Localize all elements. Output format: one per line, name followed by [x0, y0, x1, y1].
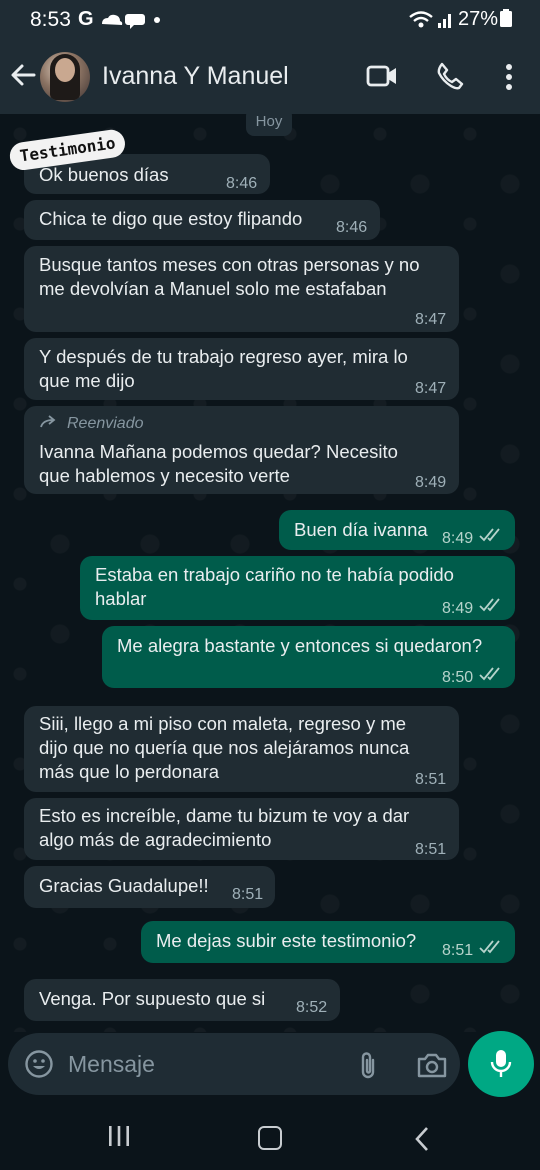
wifi-icon	[409, 11, 451, 28]
message-incoming[interactable]: Chica te digo que estoy flipando 8:46	[24, 200, 380, 240]
message-input[interactable]: Mensaje	[68, 1051, 155, 1078]
message-outgoing[interactable]: Me dejas subir este testimonio? 8:51	[141, 921, 515, 963]
message-time: 8:47	[415, 380, 447, 397]
message-time: 8:51	[232, 886, 264, 903]
forward-icon	[40, 415, 56, 428]
message-incoming-forwarded[interactable]: Reenviado Ivanna Mañana podemos quedar? …	[24, 406, 459, 494]
back-arrow-icon[interactable]	[10, 62, 36, 88]
message-time: 8:46	[336, 219, 368, 236]
battery-icon	[500, 9, 512, 27]
message-text: Chica te digo que estoy flipando	[39, 208, 303, 229]
message-incoming[interactable]: Gracias Guadalupe!! 8:51	[24, 866, 275, 908]
message-text-line: Busque tantos meses con otras personas y…	[39, 254, 420, 275]
voice-message-button[interactable]	[468, 1031, 534, 1097]
microphone-icon	[490, 1050, 512, 1077]
message-composer[interactable]: Mensaje	[8, 1033, 460, 1095]
read-receipt-icon	[479, 667, 500, 681]
contact-name[interactable]: Ivanna Y Manuel	[102, 62, 289, 91]
message-text-line: algo más de agradecimiento	[39, 829, 272, 850]
message-incoming[interactable]: Siii, llego a mi piso con maleta, regres…	[24, 706, 459, 792]
message-text: Me dejas subir este testimonio?	[156, 930, 417, 951]
home-icon[interactable]	[258, 1126, 282, 1150]
message-time: 8:51	[415, 771, 447, 788]
message-text-line: que hablemos y necesito verte	[39, 465, 290, 486]
message-time: 8:50	[442, 669, 474, 686]
message-text: Ok buenos días	[39, 164, 169, 185]
google-icon: G	[78, 8, 94, 30]
message-time: 8:49	[442, 530, 474, 547]
message-incoming[interactable]: Y después de tu trabajo regreso ayer, mi…	[24, 338, 459, 400]
message-text-line: más que lo perdonara	[39, 761, 219, 782]
read-receipt-icon	[479, 940, 500, 954]
message-outgoing[interactable]: Buen día ivanna 8:49	[279, 510, 515, 550]
message-text-line: Y después de tu trabajo regreso ayer, mi…	[39, 346, 408, 367]
message-time: 8:46	[226, 175, 258, 192]
more-options-icon[interactable]	[504, 62, 514, 92]
message-text: Venga. Por supuesto que si	[39, 988, 266, 1009]
message-text: Gracias Guadalupe!!	[39, 875, 209, 896]
message-incoming[interactable]: Busque tantos meses con otras personas y…	[24, 246, 459, 332]
status-bar: 8:53 G 27%	[0, 0, 540, 40]
message-incoming[interactable]: Venga. Por supuesto que si 8:52	[24, 979, 340, 1021]
message-outgoing[interactable]: Estaba en trabajo cariño no te había pod…	[80, 556, 515, 620]
message-text: Me alegra bastante y entonces si quedaro…	[117, 635, 483, 656]
message-outgoing[interactable]: Me alegra bastante y entonces si quedaro…	[102, 626, 515, 688]
contact-avatar[interactable]	[40, 52, 90, 102]
message-time: 8:52	[296, 999, 328, 1016]
read-receipt-icon	[479, 528, 500, 542]
recent-apps-icon[interactable]	[107, 1124, 131, 1148]
battery-label: 27%	[457, 8, 498, 30]
date-chip: Hoy	[246, 114, 292, 136]
forwarded-text: Reenviado	[67, 415, 144, 432]
chat-header: Ivanna Y Manuel	[0, 40, 540, 114]
message-text-line: Esto es increíble, dame tu bizum te voy …	[39, 805, 410, 826]
message-text-line: hablar	[95, 588, 147, 609]
message-text: Buen día ivanna	[294, 519, 428, 540]
message-time: 8:51	[442, 942, 474, 959]
system-navigation-bar	[0, 1104, 540, 1170]
message-time: 8:49	[442, 600, 474, 617]
voice-call-icon[interactable]	[436, 62, 464, 90]
nav-back-icon[interactable]	[414, 1126, 430, 1152]
attach-icon[interactable]	[357, 1050, 379, 1080]
message-text-line: Ivanna Mañana podemos quedar? Necesito	[39, 441, 398, 462]
camera-icon[interactable]	[416, 1051, 448, 1079]
emoji-icon[interactable]	[24, 1049, 54, 1079]
message-incoming[interactable]: Esto es increíble, dame tu bizum te voy …	[24, 798, 459, 860]
notification-icons	[102, 14, 160, 29]
status-time: 8:53	[30, 8, 71, 31]
message-text-line: me devolvían a Manuel solo me estafaban	[39, 278, 387, 299]
battery-percent: 27%	[458, 8, 512, 31]
message-text-line: Estaba en trabajo cariño no te había pod…	[95, 564, 454, 585]
message-text-line: que me dijo	[39, 370, 135, 391]
message-text-line: Siii, llego a mi piso con maleta, regres…	[39, 713, 407, 734]
message-time: 8:51	[415, 841, 447, 858]
read-receipt-icon	[479, 598, 500, 612]
chat-area[interactable]: Hoy Ok buenos días 8:46 Chica te digo qu…	[0, 114, 540, 1032]
message-time: 8:49	[415, 474, 447, 491]
message-time: 8:47	[415, 311, 447, 328]
message-text-line: dijo que no quería que nos alejáramos nu…	[39, 737, 410, 758]
forwarded-label: Reenviado	[39, 412, 144, 436]
video-call-icon[interactable]	[366, 62, 398, 90]
